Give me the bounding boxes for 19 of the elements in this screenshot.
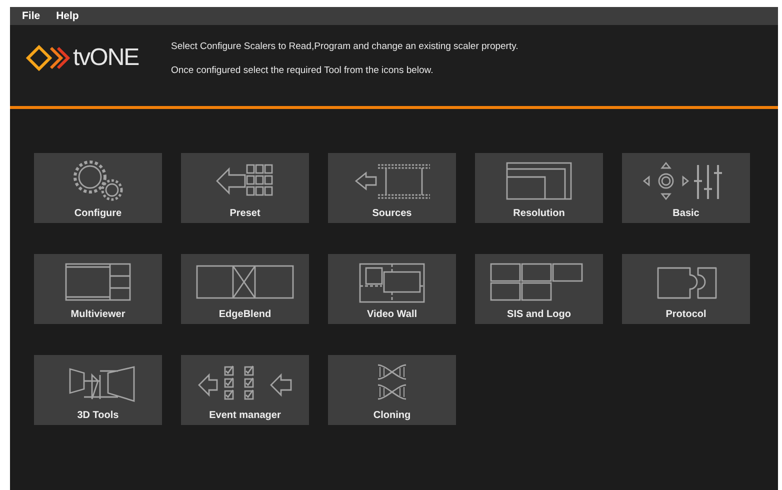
tool-tile-button[interactable]: Configure [34, 153, 162, 223]
logo-chevrons-icon [26, 45, 70, 71]
tool-tile-button[interactable]: 3D Tools [34, 355, 162, 425]
menu-item[interactable]: File [22, 10, 40, 22]
tool-tile-button[interactable]: Video Wall [328, 254, 456, 324]
instruction-text: Once configured select the required Tool from the icons below. [171, 65, 434, 76]
tool-tile-button[interactable]: Event manager [181, 355, 309, 425]
logo-text: tvONE [73, 44, 139, 72]
tool-tile-button[interactable]: Multiviewer [34, 254, 162, 324]
tool-tile-button[interactable]: SIS and Logo [475, 254, 603, 324]
tool-tile-button[interactable]: Basic [622, 153, 750, 223]
tool-tile-button[interactable]: Preset [181, 153, 309, 223]
tool-tile-button[interactable]: Protocol [622, 254, 750, 324]
instruction-text: Select Configure Scalers to Read,Program and change an existing scaler property. [171, 41, 518, 52]
tool-tile-button[interactable]: Sources [328, 153, 456, 223]
tool-tile-button[interactable]: EdgeBlend [181, 254, 309, 324]
tool-tile-button[interactable]: Resolution [475, 153, 603, 223]
menu-item[interactable]: Help [56, 10, 79, 22]
tool-tile-button[interactable]: Cloning [328, 355, 456, 425]
